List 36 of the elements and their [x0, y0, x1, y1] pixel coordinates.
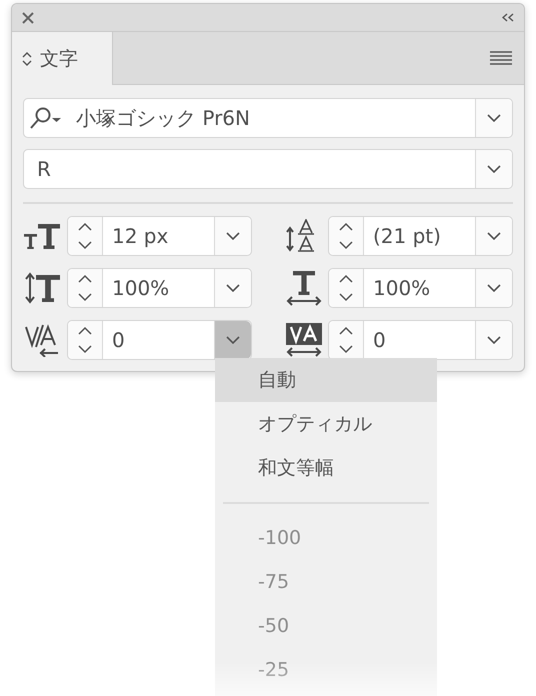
- tracking-icon: [285, 322, 323, 358]
- stepper-arrows-icon[interactable]: [78, 273, 92, 303]
- font-size-icon: [24, 221, 62, 251]
- kerning-field[interactable]: 0: [67, 320, 252, 360]
- chevron-down-icon: [487, 165, 501, 173]
- stepper-arrows-icon[interactable]: [339, 325, 353, 355]
- vertical-scale-field[interactable]: 100%: [67, 268, 252, 308]
- menu-item[interactable]: 和文等幅: [215, 446, 437, 490]
- menu-item[interactable]: 自動: [215, 358, 437, 402]
- horizontal-scale-field[interactable]: 100%: [328, 268, 513, 308]
- tracking-field[interactable]: 0: [328, 320, 513, 360]
- stepper-arrows-icon[interactable]: [339, 221, 353, 251]
- leading-field[interactable]: (21 pt): [328, 216, 513, 256]
- up-down-icon: [22, 50, 32, 66]
- font-family-field[interactable]: 小塚ゴシック Pr6N: [23, 98, 513, 138]
- close-icon[interactable]: [22, 12, 34, 24]
- chevron-down-icon: [487, 336, 501, 344]
- panel-tab[interactable]: 文字: [12, 32, 113, 85]
- chevron-down-icon: [487, 114, 501, 122]
- menu-icon[interactable]: [490, 51, 512, 65]
- vertical-scale-icon: [25, 272, 61, 304]
- chevron-down-icon: [226, 232, 240, 240]
- font-size-field[interactable]: 12 px: [67, 216, 252, 256]
- horizontal-scale-icon: [286, 270, 322, 306]
- chevron-down-icon: [226, 284, 240, 292]
- stepper-arrows-icon[interactable]: [78, 221, 92, 251]
- kerning-icon: [25, 323, 61, 357]
- stepper-arrows-icon[interactable]: [78, 325, 92, 355]
- chevron-down-icon: [226, 336, 240, 344]
- chevron-down-icon: [487, 284, 501, 292]
- stepper-arrows-icon[interactable]: [339, 273, 353, 303]
- menu-item[interactable]: オプティカル: [215, 402, 437, 446]
- chevron-down-icon: [487, 232, 501, 240]
- search-icon: [30, 107, 62, 129]
- font-style-field[interactable]: R: [23, 149, 513, 189]
- collapse-icon[interactable]: [502, 13, 514, 22]
